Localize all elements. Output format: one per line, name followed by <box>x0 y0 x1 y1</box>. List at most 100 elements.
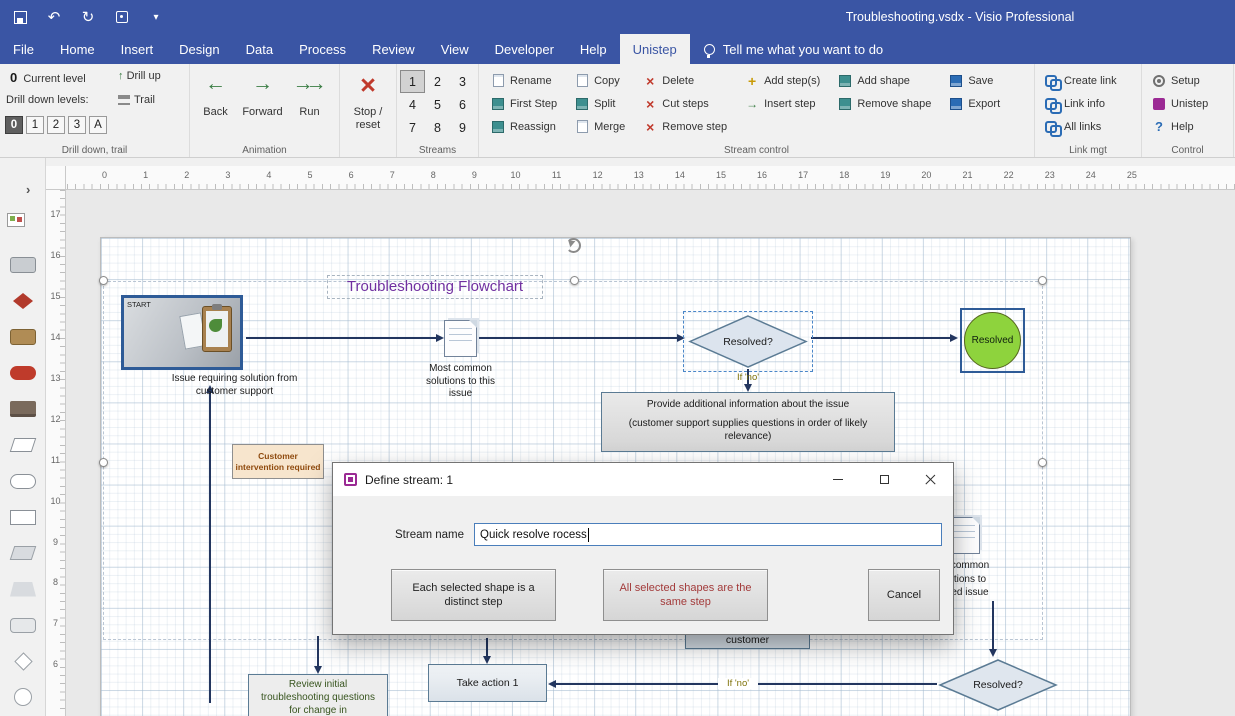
drawing-canvas[interactable]: Troubleshooting Flowchart START Issue re… <box>66 190 1235 716</box>
cut-steps-button[interactable]: Cut steps <box>639 93 731 114</box>
level-2-button[interactable]: 2 <box>47 116 65 134</box>
if-no-label[interactable]: If 'no' <box>726 372 770 383</box>
dialog-titlebar[interactable]: Define stream: 1 <box>333 463 953 496</box>
review-shape[interactable]: Review initial troubleshooting questions… <box>248 674 388 716</box>
if-no-label-2[interactable]: If 'no' <box>718 678 758 689</box>
level-all-button[interactable]: A <box>89 116 107 134</box>
customize-qat-chevron-icon[interactable] <box>148 7 164 27</box>
document-shape[interactable] <box>444 320 477 357</box>
link-info-button[interactable]: Link info <box>1041 93 1141 114</box>
ribbon-tab[interactable]: Review <box>359 34 428 64</box>
connector-doc2-to-decision2[interactable] <box>992 601 994 651</box>
rotation-handle[interactable] <box>566 238 581 253</box>
dialog-close-button[interactable] <box>907 463 953 496</box>
help-button[interactable]: Help <box>1148 116 1233 137</box>
stream-3-cell[interactable]: 3 <box>450 70 475 93</box>
selection-handle-mid-left[interactable] <box>99 458 108 467</box>
stream-2-cell[interactable]: 2 <box>425 70 450 93</box>
decision-shape-resolved-2[interactable]: Resolved? <box>937 658 1059 712</box>
cancel-button[interactable]: Cancel <box>868 569 940 621</box>
rename-button[interactable]: Rename <box>487 70 561 91</box>
connector-into-take-action[interactable] <box>486 638 488 658</box>
remove-step-button[interactable]: Remove step <box>639 116 731 137</box>
same-step-button[interactable]: All selected shapes are the same step <box>603 569 768 621</box>
connector-loop-up[interactable] <box>209 393 211 703</box>
stencil-terminator-outline-shape[interactable] <box>9 471 37 491</box>
dialog-maximize-button[interactable] <box>861 463 907 496</box>
customer-intervention-note[interactable]: Customer intervention required <box>232 444 324 479</box>
selection-handle-mid-right[interactable] <box>1038 458 1047 467</box>
start-shape[interactable]: START <box>121 295 243 370</box>
tab-file[interactable]: File <box>0 34 47 64</box>
unistep-button[interactable]: Unistep <box>1148 93 1233 114</box>
delete-button[interactable]: Delete <box>639 70 731 91</box>
stream-8-cell[interactable]: 8 <box>425 116 450 139</box>
stream-4-cell[interactable]: 4 <box>400 93 425 116</box>
stencil-rectangle-outline-shape[interactable] <box>9 507 37 527</box>
run-button[interactable]: →→Run <box>286 64 333 157</box>
ribbon-tab[interactable]: Developer <box>482 34 567 64</box>
stencil-dark-card-shape[interactable] <box>9 399 37 419</box>
decision-shape-resolved[interactable]: Resolved? <box>687 314 809 369</box>
stencil-parallelogram-outline-shape[interactable] <box>9 435 37 455</box>
stencil-trapezoid-shape[interactable] <box>9 579 37 599</box>
selection-handle-top-right[interactable] <box>1038 276 1047 285</box>
stencil-tan-shape[interactable] <box>9 327 37 347</box>
stencil-process-shape[interactable] <box>9 255 37 275</box>
undo-icon[interactable] <box>46 7 62 27</box>
redo-icon[interactable] <box>80 7 96 27</box>
take-action-shape[interactable]: Take action 1 <box>428 664 547 702</box>
connector-start-to-doc[interactable] <box>246 337 438 339</box>
ribbon-tab[interactable]: Data <box>233 34 286 64</box>
ribbon-tab[interactable]: Help <box>567 34 620 64</box>
stream-7-cell[interactable]: 7 <box>400 116 425 139</box>
connector-decision-to-end[interactable] <box>811 337 952 339</box>
diagram-title[interactable]: Troubleshooting Flowchart <box>327 278 543 295</box>
stencil-panel-icon[interactable] <box>7 213 25 227</box>
drill-up-button[interactable]: ↑ Drill up <box>118 70 161 82</box>
remove-shape-button[interactable]: Remove shape <box>834 93 935 114</box>
stream-9-cell[interactable]: 9 <box>450 116 475 139</box>
dialog-minimize-button[interactable] <box>815 463 861 496</box>
connector-doc-to-decision[interactable] <box>479 337 679 339</box>
forward-button[interactable]: →Forward <box>239 64 286 157</box>
provide-info-shape[interactable]: Provide additional information about the… <box>601 392 895 452</box>
tab-unistep[interactable]: Unistep <box>620 34 690 64</box>
selection-handle-top-left[interactable] <box>99 276 108 285</box>
stream-name-input[interactable]: Quick resolve rocess <box>474 523 942 546</box>
merge-button[interactable]: Merge <box>571 116 629 137</box>
distinct-step-button[interactable]: Each selected shape is a distinct step <box>391 569 556 621</box>
touch-mode-icon[interactable] <box>114 7 130 27</box>
connector-into-review[interactable] <box>317 636 319 668</box>
stencil-diamond-outline-shape[interactable] <box>9 651 37 671</box>
expand-shapes-panel-icon[interactable]: › <box>26 182 30 197</box>
all-links-button[interactable]: All links <box>1041 116 1141 137</box>
document-caption[interactable]: Most common solutions to this issue <box>418 363 503 401</box>
selection-handle-top-center[interactable] <box>570 276 579 285</box>
start-caption[interactable]: Issue requiring solution from customer s… <box>162 373 307 398</box>
stencil-rounded-rect-shape[interactable] <box>9 615 37 635</box>
save-icon[interactable] <box>12 7 28 27</box>
level-3-button[interactable]: 3 <box>68 116 86 134</box>
export-button[interactable]: Export <box>945 93 1004 114</box>
stencil-red-decision-shape[interactable] <box>9 291 37 311</box>
create-link-button[interactable]: Create link <box>1041 70 1141 91</box>
ribbon-tab[interactable]: Home <box>47 34 108 64</box>
stream-1-cell[interactable]: 1 <box>400 70 425 93</box>
ribbon-tab[interactable]: Process <box>286 34 359 64</box>
trail-button[interactable]: Trail <box>118 94 155 106</box>
stencil-circle-outline-shape[interactable] <box>9 687 37 707</box>
stencil-parallelogram-filled-shape[interactable] <box>9 543 37 563</box>
first-step-button[interactable]: First Step <box>487 93 561 114</box>
tell-me-box[interactable]: Tell me what you want to do <box>704 34 883 64</box>
insert-step-button[interactable]: Insert step <box>741 93 824 114</box>
stream-5-cell[interactable]: 5 <box>425 93 450 116</box>
add-shape-button[interactable]: Add shape <box>834 70 935 91</box>
reassign-button[interactable]: Reassign <box>487 116 561 137</box>
stop-reset-button[interactable]: ×Stop /reset <box>345 64 392 157</box>
level-1-button[interactable]: 1 <box>26 116 44 134</box>
ribbon-tab[interactable]: Insert <box>108 34 167 64</box>
ribbon-tab[interactable]: Design <box>166 34 232 64</box>
save-button[interactable]: Save <box>945 70 1004 91</box>
ribbon-tab[interactable]: View <box>428 34 482 64</box>
